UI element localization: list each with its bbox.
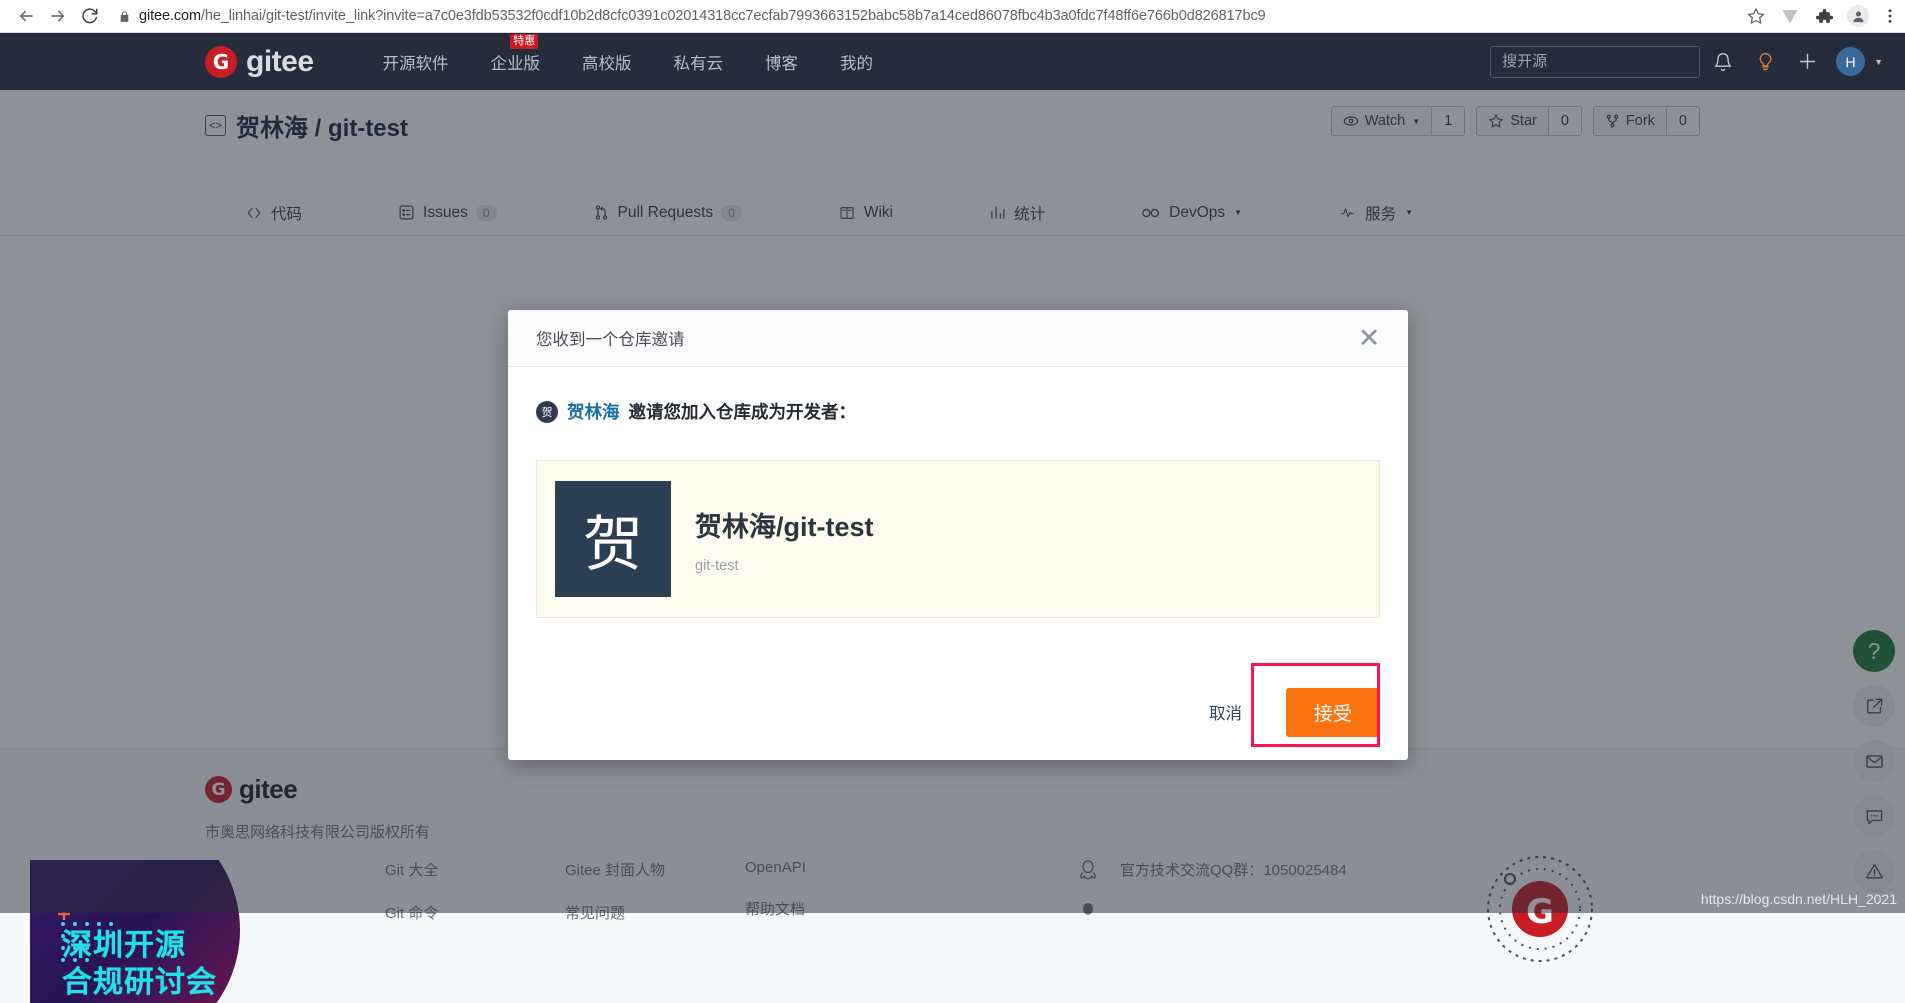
lock-icon xyxy=(118,10,131,23)
lightbulb-icon[interactable] xyxy=(1746,44,1784,80)
modal-title: 您收到一个仓库邀请 xyxy=(536,326,1354,350)
vimium-v-icon[interactable] xyxy=(1773,0,1807,33)
url-domain: gitee.com xyxy=(139,8,201,24)
nav-link-private-cloud[interactable]: 私有云 xyxy=(653,50,745,74)
url-path: /he_linhai/git-test/invite_link?invite=a… xyxy=(201,8,1266,24)
extensions-puzzle-icon[interactable] xyxy=(1807,0,1841,33)
profile-avatar-icon[interactable] xyxy=(1841,0,1875,33)
inviter-avatar: 贺 xyxy=(536,401,558,423)
star-bookmark-icon[interactable] xyxy=(1739,0,1773,33)
chevron-down-icon[interactable]: ▼ xyxy=(1874,57,1883,67)
cancel-button[interactable]: 取消 xyxy=(1189,692,1262,732)
plus-icon[interactable] xyxy=(1788,44,1826,80)
close-x-icon[interactable]: ✕ xyxy=(1354,325,1384,352)
nav-link-label: 企业版 xyxy=(491,55,541,73)
forward-arrow-icon[interactable] xyxy=(42,0,74,32)
user-avatar[interactable]: H xyxy=(1836,47,1865,76)
nav-link-open-source[interactable]: 开源软件 xyxy=(362,50,470,74)
invite-statement: 贺 贺林海 邀请您加入仓库成为开发者： xyxy=(536,399,1380,424)
address-bar[interactable]: gitee.com/he_linhai/git-test/invite_link… xyxy=(118,3,1729,29)
reload-icon[interactable] xyxy=(74,0,106,32)
accept-button[interactable]: 接受 xyxy=(1286,688,1380,737)
promo-badge: 特惠 xyxy=(510,34,538,50)
watermark-text: https://blog.csdn.net/HLH_2021 xyxy=(1701,891,1897,907)
inviter-name-link[interactable]: 贺林海 xyxy=(567,399,620,424)
gitee-logo[interactable]: G gitee xyxy=(205,46,314,78)
accept-button-wrapper: 接受 xyxy=(1286,688,1380,737)
modal-footer: 取消 接受 xyxy=(508,664,1408,760)
top-nav-links: 开源软件 企业版特惠 高校版 私有云 博客 我的 xyxy=(362,50,895,74)
repository-card-description: git-test xyxy=(695,558,874,574)
invite-modal: 您收到一个仓库邀请 ✕ 贺 贺林海 邀请您加入仓库成为开发者： 贺 贺林海/gi… xyxy=(508,310,1408,760)
nav-link-blog[interactable]: 博客 xyxy=(744,50,819,74)
nav-link-enterprise[interactable]: 企业版特惠 xyxy=(470,50,562,74)
modal-body: 贺 贺林海 邀请您加入仓库成为开发者： 贺 贺林海/git-test git-t… xyxy=(508,367,1408,664)
invite-message: 邀请您加入仓库成为开发者： xyxy=(629,399,857,424)
repository-card-title[interactable]: 贺林海/git-test xyxy=(695,505,874,544)
invited-repository-card[interactable]: 贺 贺林海/git-test git-test xyxy=(536,460,1380,618)
notification-bell-icon[interactable] xyxy=(1704,44,1742,80)
browser-toolbar: gitee.com/he_linhai/git-test/invite_link… xyxy=(0,0,1905,33)
nav-link-mine[interactable]: 我的 xyxy=(819,50,894,74)
nav-link-label: 我的 xyxy=(840,55,873,73)
gitee-logo-text: gitee xyxy=(246,47,314,77)
kebab-menu-icon[interactable] xyxy=(1875,0,1905,33)
promo-text: 深圳开源 合规研讨会 xyxy=(62,928,217,1001)
top-nav-right: H ▼ xyxy=(1490,44,1883,80)
profile-avatar-chip xyxy=(1847,5,1869,27)
promo-line-2: 合规研讨会 xyxy=(62,965,217,1002)
nav-link-label: 高校版 xyxy=(582,55,632,73)
promo-line-1: 深圳开源 xyxy=(62,928,217,965)
nav-link-education[interactable]: 高校版 xyxy=(561,50,653,74)
repository-card-info: 贺林海/git-test git-test xyxy=(695,505,874,574)
nav-link-label: 私有云 xyxy=(674,55,724,73)
modal-header: 您收到一个仓库邀请 ✕ xyxy=(508,310,1408,367)
back-arrow-icon[interactable] xyxy=(10,0,42,32)
url-text: gitee.com/he_linhai/git-test/invite_link… xyxy=(139,8,1266,24)
gitee-logo-mark: G xyxy=(205,46,237,78)
repository-avatar: 贺 xyxy=(555,481,671,597)
nav-link-label: 开源软件 xyxy=(383,55,449,73)
nav-link-label: 博客 xyxy=(765,55,798,73)
search-input[interactable] xyxy=(1490,46,1700,78)
gitee-top-navbar: G gitee 开源软件 企业版特惠 高校版 私有云 博客 我的 H ▼ xyxy=(0,33,1905,90)
